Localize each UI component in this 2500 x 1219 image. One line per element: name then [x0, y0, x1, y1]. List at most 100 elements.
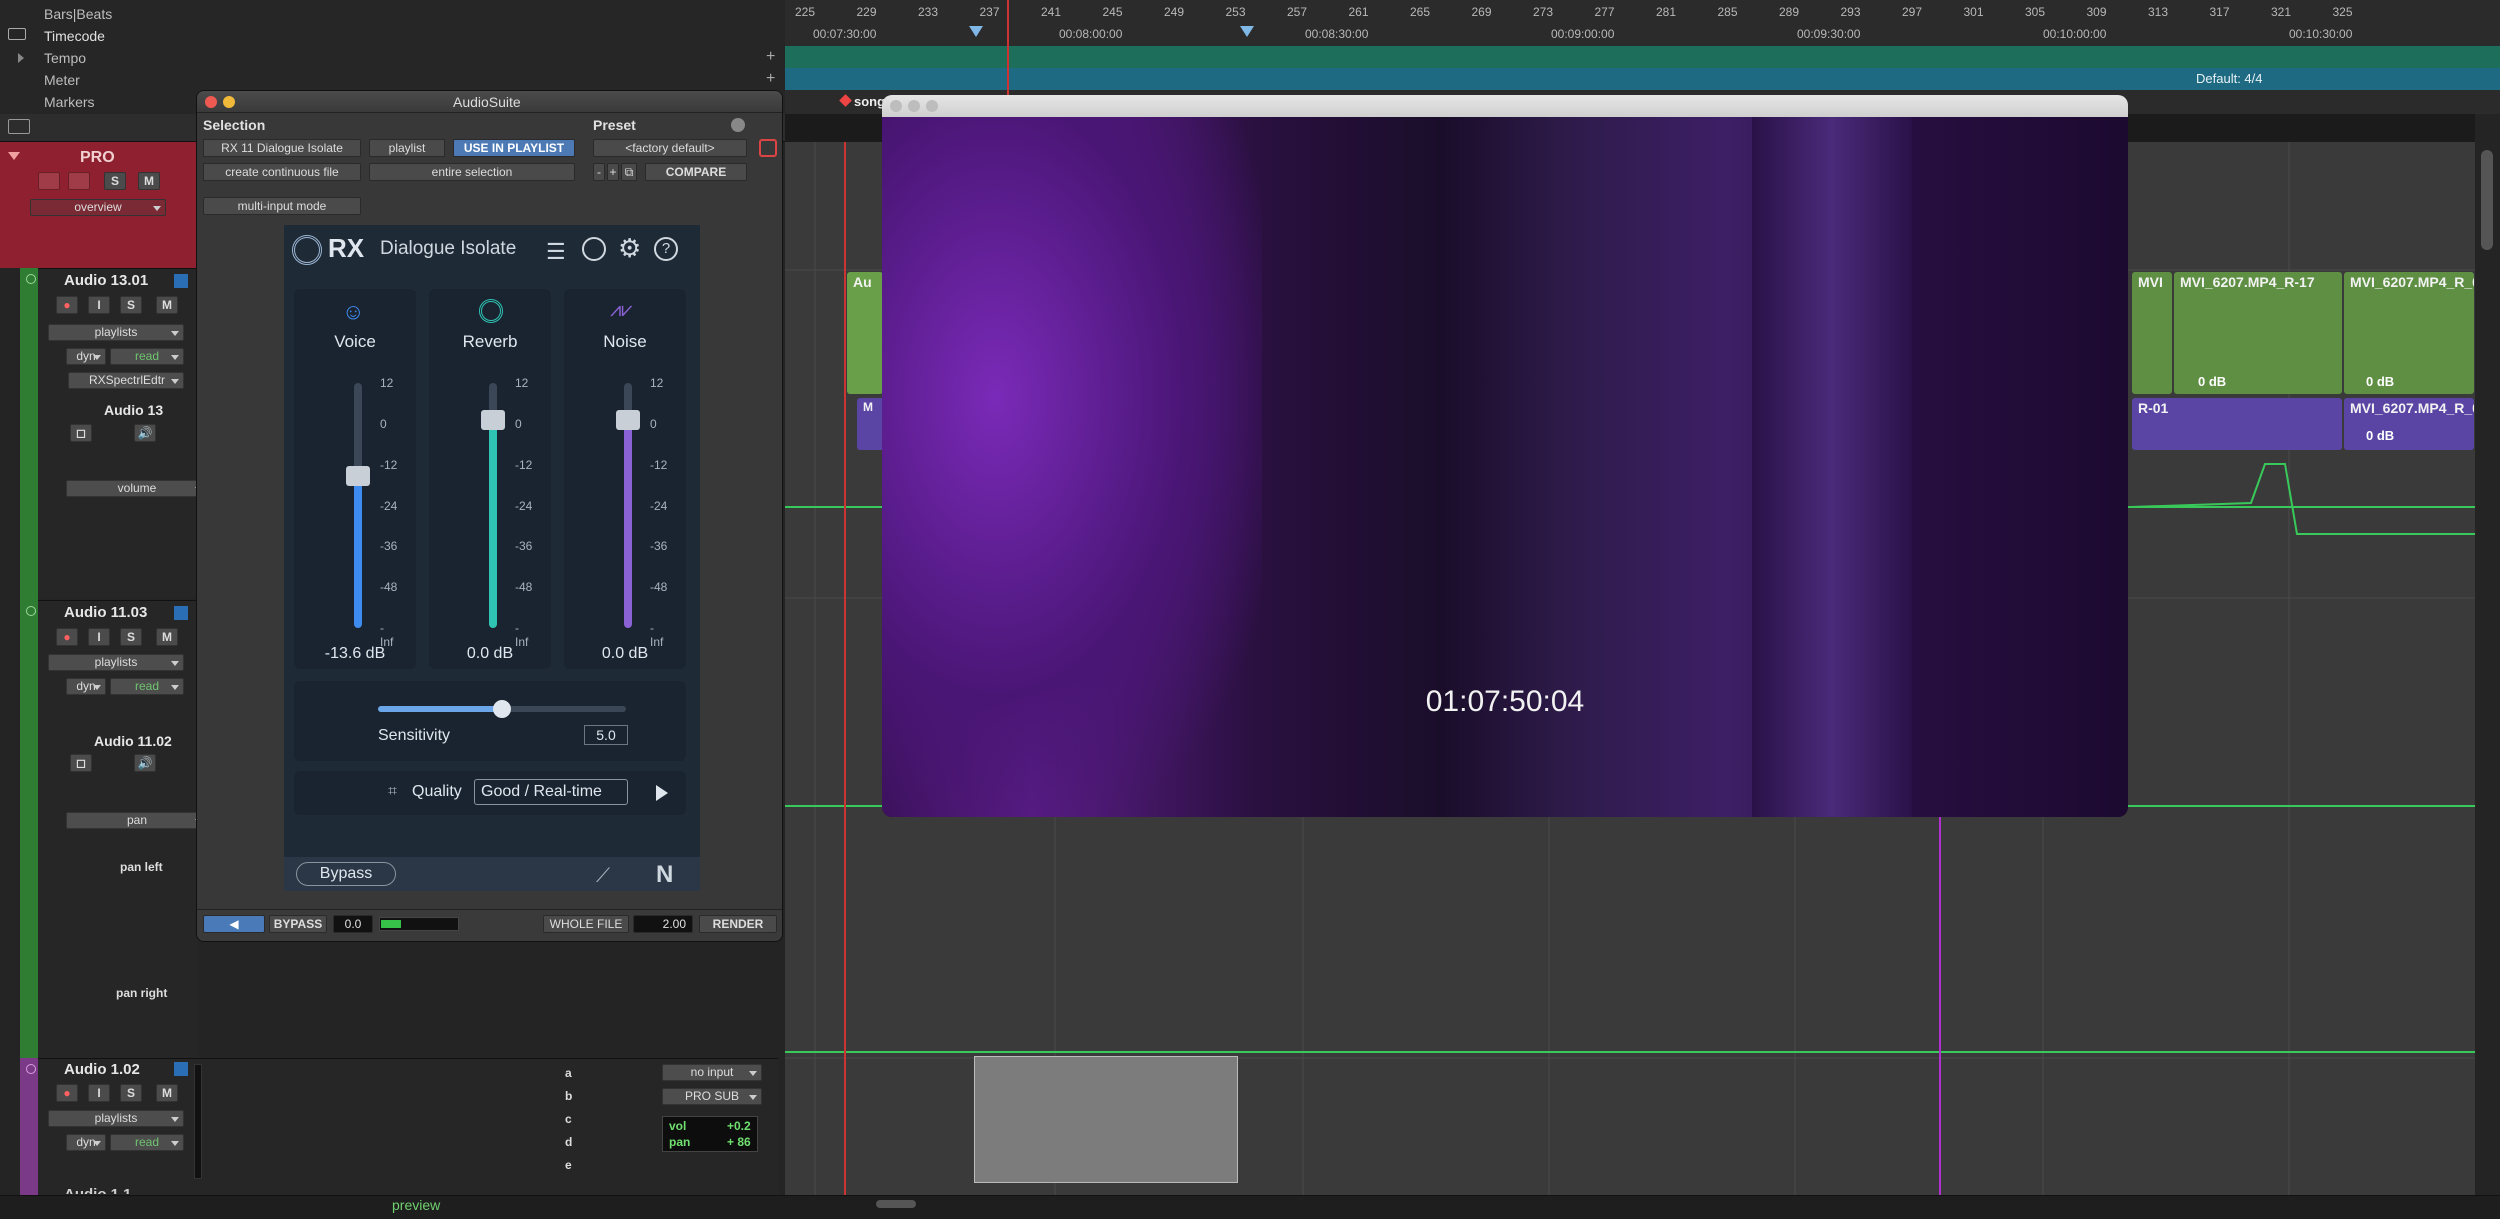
rx-bypass-button[interactable]: Bypass — [296, 862, 396, 886]
track-1-output[interactable]: Audio 13 — [104, 402, 163, 418]
track-2-playlists-menu[interactable]: playlists — [48, 654, 184, 671]
track-1-name[interactable]: Audio 13.01 — [64, 272, 148, 289]
use-in-playlist-button[interactable]: USE IN PLAYLIST — [453, 139, 575, 157]
track-2-solo-button[interactable]: S — [120, 628, 142, 646]
track-3-automation-menu[interactable]: read — [110, 1134, 184, 1151]
clip-mvi[interactable]: MVI — [2132, 272, 2172, 394]
video-window[interactable]: 01:07:50:04 — [882, 95, 2128, 817]
pro-view-selector[interactable]: overview — [30, 199, 166, 216]
preview-label[interactable]: preview — [392, 1197, 440, 1213]
track-1-insert-slot[interactable]: RXSpectrlEdtr — [68, 372, 184, 389]
track-1-monitor-button[interactable]: ◻ — [70, 424, 92, 442]
track-3-playlists-menu[interactable]: playlists — [48, 1110, 184, 1127]
reverb-value[interactable]: 0.0 dB — [429, 645, 551, 663]
video-minimize-button[interactable] — [908, 100, 920, 112]
sensitivity-slider-knob[interactable] — [493, 700, 511, 718]
track-3-color-box[interactable] — [174, 1062, 188, 1076]
track-2-automation-menu[interactable]: read — [110, 678, 184, 695]
track-3-input-selector[interactable]: no input — [662, 1064, 762, 1081]
track-3-sends[interactable]: abcde — [360, 1064, 580, 1179]
handle-length-value[interactable]: 2.00 — [633, 915, 693, 933]
whole-file-button[interactable]: WHOLE FILE — [543, 915, 629, 933]
ruler-meter-label[interactable]: Meter — [44, 72, 80, 88]
reverb-fader-knob[interactable] — [481, 409, 505, 430]
compare-button[interactable]: COMPARE — [645, 163, 747, 181]
help-icon[interactable]: ? — [654, 237, 678, 261]
track-2-dyn-button[interactable]: dyn — [66, 678, 106, 695]
voice-value[interactable]: -13.6 dB — [294, 645, 416, 663]
video-close-button[interactable] — [890, 100, 902, 112]
track-3-record-button[interactable]: ● — [56, 1084, 78, 1102]
preview-button[interactable]: ◀ — [203, 915, 265, 933]
vertical-scroll-thumb[interactable] — [2481, 150, 2493, 250]
pro-record-button[interactable] — [38, 172, 60, 190]
track-1-mute-button[interactable]: M — [156, 296, 178, 314]
track-2-view-selector[interactable]: pan — [66, 812, 208, 829]
track-2-name[interactable]: Audio 11.03 — [64, 604, 147, 621]
minimize-button[interactable] — [223, 96, 235, 108]
multi-input-mode-selector[interactable]: multi-input mode — [203, 197, 361, 215]
pro-solo-button[interactable]: S — [104, 172, 126, 190]
track-1-playlists-menu[interactable]: playlists — [48, 324, 184, 341]
vertical-scrollbar[interactable] — [2475, 114, 2500, 1199]
preset-minus-button[interactable]: - — [593, 163, 605, 181]
track-1-solo-button[interactable]: S — [120, 296, 142, 314]
track-3-mute-button[interactable]: M — [156, 1084, 178, 1102]
module-list-icon[interactable]: ☰ — [546, 239, 566, 265]
settings-gear-icon[interactable]: ⚙ — [618, 233, 641, 264]
track-1-speaker-icon[interactable]: 🔊 — [134, 424, 156, 442]
playlist-selector[interactable]: playlist — [369, 139, 445, 157]
track-2-output[interactable]: Audio 11.02 — [94, 733, 172, 749]
send-slot[interactable]: c — [360, 1110, 580, 1130]
ruler-tempo-label[interactable]: Tempo — [44, 50, 86, 66]
track-3-vol-pan-box[interactable]: vol +0.2 pan + 86 — [662, 1116, 758, 1152]
add-tempo-icon[interactable]: + — [766, 48, 775, 66]
render-button[interactable]: RENDER — [699, 915, 777, 933]
next-track-name[interactable]: Audio 1.1 — [64, 1186, 132, 1194]
clip-r01[interactable]: R-01 — [2132, 398, 2342, 450]
bars-beats-ruler[interactable]: 225 229 233 237 241 245 249 253 257 261 265 269 273 2… — [785, 0, 2500, 22]
ruler-timecode-label[interactable]: Timecode — [44, 28, 105, 44]
clip-mvi-r17[interactable]: MVI_6207.MP4_R-17 0 dB — [2174, 272, 2342, 394]
track-3-dyn-button[interactable]: dyn — [66, 1134, 106, 1151]
quality-selector[interactable]: Good / Real-time — [474, 779, 628, 805]
horizontal-scroll-thumb[interactable] — [876, 1200, 916, 1208]
clip-au[interactable]: Au — [847, 272, 883, 394]
clip-mvi-r0b[interactable]: MVI_6207.MP4_R_0 0 dB — [2344, 398, 2474, 450]
ruler-menu-icon[interactable] — [8, 28, 26, 40]
history-icon[interactable] — [582, 237, 606, 261]
track-3-input-button[interactable]: I — [88, 1084, 110, 1102]
plugin-selector[interactable]: RX 11 Dialogue Isolate — [203, 139, 361, 157]
gain-value[interactable]: 0.0 — [333, 915, 373, 933]
track-3-output-selector[interactable]: PRO SUB — [662, 1088, 762, 1105]
ruler-markers-label[interactable]: Markers — [44, 94, 95, 110]
track-2-mute-button[interactable]: M — [156, 628, 178, 646]
sensitivity-value[interactable]: 5.0 — [584, 725, 628, 745]
tempo-expand-icon[interactable] — [18, 53, 24, 63]
close-button[interactable] — [205, 96, 217, 108]
track-2-monitor-button[interactable]: ◻ — [70, 754, 92, 772]
track-2-input-button[interactable]: I — [88, 628, 110, 646]
plugin-power-icon[interactable] — [759, 139, 777, 157]
preset-copy-icon[interactable]: ⧉ — [621, 163, 637, 181]
clip-mvi-r0[interactable]: MVI_6207.MP4_R_0 0 dB — [2344, 272, 2474, 394]
preset-menu-icon[interactable] — [731, 118, 745, 132]
add-meter-icon[interactable]: + — [766, 70, 775, 88]
loop-end-flag-icon[interactable] — [1240, 26, 1254, 37]
processing-mode-selector[interactable]: create continuous file — [203, 163, 361, 181]
track-1-view-selector[interactable]: volume — [66, 480, 208, 497]
send-slot[interactable]: d — [360, 1133, 580, 1153]
track-3-solo-button[interactable]: S — [120, 1084, 142, 1102]
send-slot[interactable]: b — [360, 1087, 580, 1107]
track-2-collapse-icon[interactable] — [26, 606, 36, 616]
timecode-ruler[interactable]: 00:07:30:00 00:08:00:00 00:08:30:00 00:09:0… — [785, 22, 2500, 44]
track-1-automation-menu[interactable]: read — [110, 348, 184, 365]
clip-m[interactable]: M — [857, 398, 885, 450]
noise-value[interactable]: 0.0 dB — [564, 645, 686, 663]
track-collapse-icon[interactable] — [26, 274, 36, 284]
track-1-input-button[interactable]: I — [88, 296, 110, 314]
bypass-button[interactable]: BYPASS — [269, 915, 327, 933]
preset-plus-button[interactable]: + — [607, 163, 619, 181]
video-zoom-button[interactable] — [926, 100, 938, 112]
track-pro-name[interactable]: PRO — [80, 149, 115, 167]
